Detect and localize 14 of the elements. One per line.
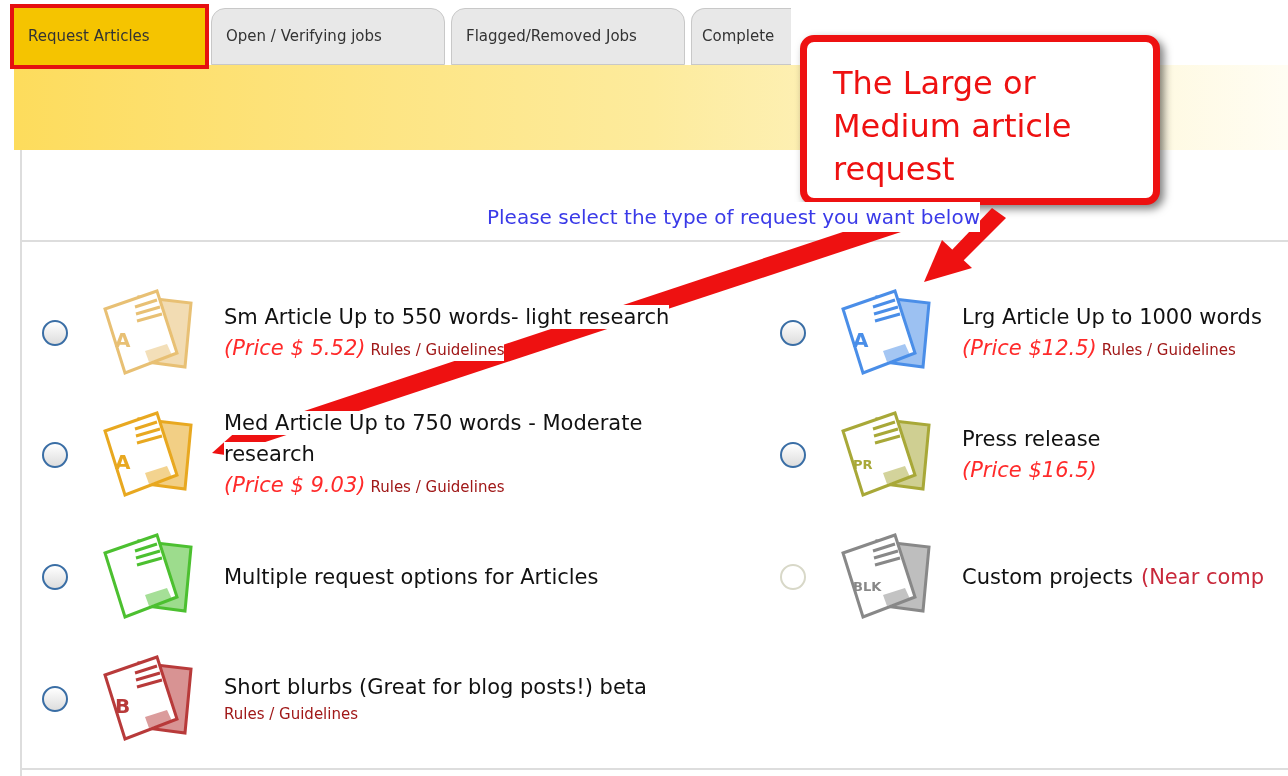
tab[interactable]: Open / Verifying jobs (211, 8, 445, 65)
radio-button[interactable] (42, 564, 68, 590)
option-title: Short blurbs (Great for blog posts!) beta (224, 675, 647, 700)
callout-text: The Large or Medium article request (833, 63, 1073, 190)
tab[interactable]: Flagged/Removed Jobs (451, 8, 685, 65)
radio-button[interactable] (42, 686, 68, 712)
radio-button[interactable] (42, 442, 68, 468)
radio-button[interactable] (780, 320, 806, 346)
tab[interactable]: Complete (691, 8, 791, 65)
radio-button[interactable] (42, 320, 68, 346)
instruction-text: Please select the type of request you want below (487, 202, 981, 232)
option-title: Sm Article Up to 550 words- light research (224, 304, 670, 329)
radio-button[interactable] (780, 442, 806, 468)
option-note: (Near comp (1140, 564, 1265, 589)
